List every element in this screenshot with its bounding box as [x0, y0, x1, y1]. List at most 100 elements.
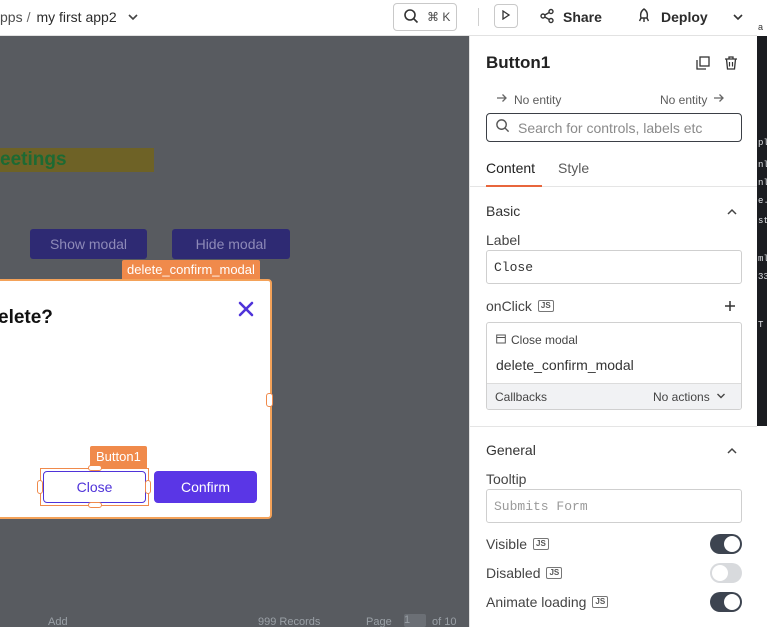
js-toggle[interactable]: JS	[537, 300, 554, 312]
plus-icon[interactable]	[724, 299, 736, 317]
outgoing-entity[interactable]: No entity	[660, 92, 725, 107]
onclick-title: onClick JS	[486, 298, 554, 314]
section-divider	[470, 426, 758, 427]
page-total: of 10	[432, 616, 457, 627]
chevron-down-icon[interactable]	[127, 10, 139, 26]
editor-canvas[interactable]: eetings Show modal Hide modal delete_con…	[0, 36, 469, 627]
property-pane: Button1 No entity No entity Content Styl…	[469, 36, 758, 627]
onclick-title-text: onClick	[486, 298, 532, 314]
confirm-button[interactable]: Confirm	[154, 471, 257, 503]
close-x-icon[interactable]	[236, 299, 256, 319]
app-name[interactable]: my first app2	[36, 9, 116, 25]
terminal-text: nl	[758, 178, 767, 188]
callbacks-dropdown[interactable]: No actions	[653, 390, 726, 404]
top-bar: pps / my first app2 ⌘ K Share Deploy	[0, 0, 767, 36]
breadcrumb-separator: /	[26, 9, 31, 25]
tooltip-input[interactable]	[494, 498, 734, 514]
toolbar-divider	[478, 8, 479, 26]
tab-style[interactable]: Style	[558, 160, 589, 176]
add-row-link[interactable]: Add	[48, 616, 68, 627]
label-input[interactable]	[494, 259, 734, 275]
callbacks-row[interactable]: Callbacks No actions	[487, 383, 741, 409]
adjacent-window-lower	[757, 426, 767, 627]
share-button[interactable]: Share	[539, 7, 602, 27]
widget-name[interactable]: Button1	[486, 53, 550, 73]
animate-loading-label-text: Animate loading	[486, 594, 587, 610]
label-field-title-text: Label	[486, 232, 521, 248]
modal-title: elete?	[0, 307, 53, 328]
label-field[interactable]	[486, 250, 742, 284]
terminal-text: e.	[758, 196, 767, 206]
label-field-title: Label	[486, 232, 520, 248]
command-search-button[interactable]: ⌘ K	[393, 3, 457, 31]
page-number-input[interactable]: 1	[404, 614, 426, 627]
breadcrumb-parent[interactable]: pps	[0, 9, 23, 25]
tab-content[interactable]: Content	[486, 160, 535, 176]
terminal-tab-text: T	[758, 320, 764, 330]
animate-loading-label: Animate loading JS	[486, 594, 609, 610]
property-tabs: Content Style	[470, 158, 758, 187]
disabled-toggle[interactable]	[710, 563, 742, 583]
chevron-down-icon[interactable]	[731, 10, 745, 29]
action-type-label: Close modal	[511, 333, 578, 347]
chevron-up-icon[interactable]	[726, 205, 738, 223]
trash-icon[interactable]	[724, 56, 738, 75]
section-general-title[interactable]: General	[486, 442, 536, 458]
chevron-up-icon[interactable]	[726, 444, 738, 462]
close-button[interactable]: Close	[43, 471, 146, 503]
terminal-text: pli	[758, 138, 767, 148]
toggle-knob	[724, 594, 740, 610]
arrow-right-icon	[713, 92, 725, 107]
chevron-down-icon	[716, 390, 726, 404]
show-modal-button[interactable]: Show modal	[30, 229, 147, 259]
search-shortcut: ⌘ K	[427, 10, 451, 24]
callbacks-label: Callbacks	[495, 390, 548, 404]
terminal-text: ml	[758, 254, 767, 264]
tooltip-title: Tooltip	[486, 471, 526, 487]
greeting-text-widget[interactable]: eetings	[0, 148, 154, 172]
callbacks-value: No actions	[653, 390, 710, 404]
visible-label: Visible JS	[486, 536, 549, 552]
modal-resize-handle[interactable]	[266, 393, 273, 407]
action-target: delete_confirm_modal	[496, 357, 634, 373]
terminal-text: nl	[758, 160, 767, 170]
adjacent-window-edge: a	[757, 0, 767, 36]
modal-name-tag[interactable]: delete_confirm_modal	[122, 260, 260, 280]
animate-loading-toggle[interactable]	[710, 592, 742, 612]
active-tab-indicator	[486, 185, 542, 187]
table-footer: Add 999 Records Page 1 of 10	[0, 614, 469, 627]
js-toggle[interactable]: JS	[592, 596, 609, 608]
visible-label-text: Visible	[486, 536, 527, 552]
tooltip-field[interactable]	[486, 489, 742, 523]
resize-handle-right[interactable]	[145, 480, 151, 494]
tooltip-title-text: Tooltip	[486, 471, 527, 487]
deploy-button[interactable]: Deploy	[637, 7, 708, 27]
toggle-knob	[724, 536, 740, 552]
hide-modal-button[interactable]: Hide modal	[172, 229, 290, 259]
property-search-input[interactable]	[518, 119, 728, 136]
play-icon	[501, 7, 511, 25]
resize-handle-left[interactable]	[37, 480, 43, 494]
visible-toggle[interactable]	[710, 534, 742, 554]
property-search[interactable]	[486, 113, 742, 142]
incoming-entity-label: No entity	[514, 92, 562, 107]
copy-icon[interactable]	[696, 56, 710, 75]
selected-widget-frame: Close	[37, 465, 151, 508]
onclick-action[interactable]: Close modal delete_confirm_modal Callbac…	[486, 322, 742, 410]
page-label: Page	[366, 616, 392, 627]
rocket-icon	[637, 7, 651, 27]
preview-button[interactable]	[494, 4, 518, 28]
incoming-entity[interactable]: No entity	[496, 92, 561, 107]
resize-handle-top[interactable]	[88, 465, 102, 471]
js-toggle[interactable]: JS	[546, 567, 563, 579]
section-basic-title[interactable]: Basic	[486, 203, 520, 219]
share-label: Share	[563, 9, 602, 25]
disabled-label-text: Disabled	[486, 565, 541, 581]
records-count: 999 Records	[258, 616, 321, 627]
action-type: Close modal	[496, 333, 578, 347]
share-icon	[539, 8, 555, 27]
js-toggle[interactable]: JS	[533, 538, 549, 550]
resize-handle-bottom[interactable]	[88, 502, 102, 508]
deploy-label: Deploy	[661, 9, 708, 25]
arrow-right-icon	[496, 92, 508, 107]
